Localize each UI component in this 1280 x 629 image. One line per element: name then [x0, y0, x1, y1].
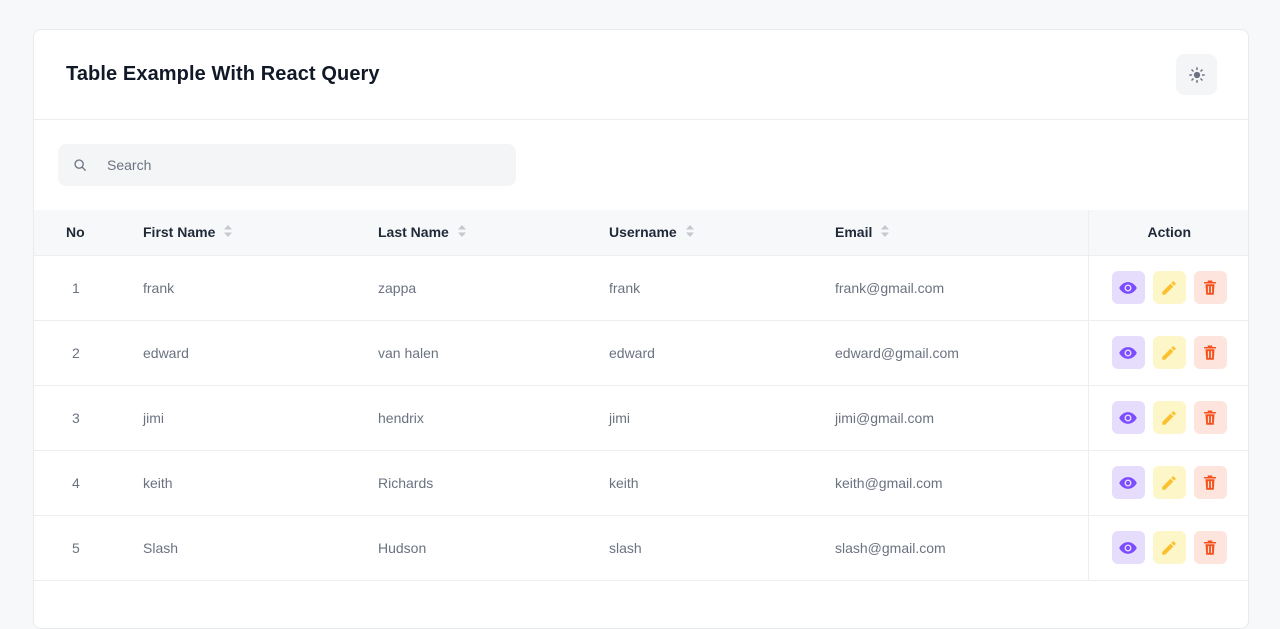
cell-email: frank@gmail.com	[835, 255, 1088, 321]
cell-no: 2	[34, 320, 143, 386]
sort-icon	[457, 225, 466, 238]
cell-first-name: keith	[143, 450, 378, 516]
cell-username: keith	[609, 450, 835, 516]
card-header: Table Example With React Query	[34, 30, 1248, 120]
trash-icon	[1204, 280, 1217, 295]
eye-icon	[1119, 476, 1137, 489]
cell-actions	[1087, 450, 1248, 516]
search-icon	[74, 159, 86, 171]
pencil-icon	[1162, 475, 1176, 490]
trash-icon	[1204, 475, 1217, 490]
cell-no: 3	[34, 385, 143, 451]
edit-button[interactable]	[1152, 401, 1186, 434]
table-row: 1 frank zappa frank frank@gmail.com	[34, 255, 1248, 321]
cell-email: jimi@gmail.com	[835, 385, 1088, 451]
view-button[interactable]	[1111, 401, 1145, 434]
view-button[interactable]	[1111, 466, 1145, 499]
pencil-icon	[1162, 280, 1176, 295]
delete-button[interactable]	[1193, 531, 1227, 564]
eye-icon	[1119, 346, 1137, 359]
eye-icon	[1119, 281, 1137, 294]
eye-icon	[1119, 541, 1137, 554]
table-row: 5 Slash Hudson slash slash@gmail.com	[34, 515, 1248, 581]
search-area	[34, 120, 1248, 210]
table-body: 1 frank zappa frank frank@gmail.com 2 ed…	[34, 255, 1248, 581]
sort-icon	[685, 225, 694, 238]
sort-icon	[881, 225, 890, 238]
table-row: 3 jimi hendrix jimi jimi@gmail.com	[34, 385, 1248, 451]
page-title: Table Example With React Query	[66, 63, 380, 85]
delete-button[interactable]	[1193, 401, 1227, 434]
cell-first-name: frank	[143, 255, 378, 321]
pencil-icon	[1162, 345, 1176, 360]
delete-button[interactable]	[1193, 271, 1227, 304]
column-header-label: Email	[835, 224, 873, 241]
table-card: Table Example With React Query Search No…	[33, 29, 1249, 629]
search-box[interactable]	[58, 144, 516, 186]
edit-button[interactable]	[1152, 271, 1186, 304]
trash-icon	[1204, 345, 1217, 360]
view-button[interactable]	[1111, 531, 1145, 564]
column-header-label: First Name	[143, 224, 216, 241]
column-header-label: Last Name	[378, 224, 449, 241]
cell-first-name: edward	[143, 320, 378, 386]
cell-actions	[1087, 255, 1248, 321]
table-header-row: No First Name Last Name Username Email A…	[34, 210, 1248, 256]
table-row: 2 edward van halen edward edward@gmail.c…	[34, 320, 1248, 386]
cell-email: slash@gmail.com	[835, 515, 1088, 581]
eye-icon	[1119, 411, 1137, 424]
edit-button[interactable]	[1152, 531, 1186, 564]
cell-email: edward@gmail.com	[835, 320, 1088, 386]
cell-last-name: hendrix	[378, 385, 609, 451]
pencil-icon	[1162, 410, 1176, 425]
view-button[interactable]	[1111, 336, 1145, 369]
search-input[interactable]	[107, 157, 507, 173]
cell-username: slash	[609, 515, 835, 581]
cell-no: 4	[34, 450, 143, 516]
delete-button[interactable]	[1193, 336, 1227, 369]
sun-icon	[1188, 66, 1205, 83]
trash-icon	[1204, 540, 1217, 555]
pencil-icon	[1162, 540, 1176, 555]
column-header-last-name[interactable]: Last Name	[378, 210, 609, 256]
edit-button[interactable]	[1152, 466, 1186, 499]
cell-last-name: van halen	[378, 320, 609, 386]
sort-icon	[224, 225, 233, 238]
cell-last-name: zappa	[378, 255, 609, 321]
theme-toggle-button[interactable]	[1176, 54, 1217, 95]
users-table: No First Name Last Name Username Email A…	[34, 210, 1248, 581]
delete-button[interactable]	[1193, 466, 1227, 499]
view-button[interactable]	[1111, 271, 1145, 304]
cell-actions	[1087, 515, 1248, 581]
column-header-no: No	[34, 210, 143, 256]
column-header-first-name[interactable]: First Name	[143, 210, 378, 256]
column-header-action: Action	[1087, 210, 1248, 256]
cell-username: edward	[609, 320, 835, 386]
cell-no: 5	[34, 515, 143, 581]
cell-last-name: Richards	[378, 450, 609, 516]
column-header-email[interactable]: Email	[835, 210, 1088, 256]
cell-username: frank	[609, 255, 835, 321]
cell-first-name: Slash	[143, 515, 378, 581]
cell-actions	[1087, 385, 1248, 451]
cell-first-name: jimi	[143, 385, 378, 451]
cell-email: keith@gmail.com	[835, 450, 1088, 516]
trash-icon	[1204, 410, 1217, 425]
cell-username: jimi	[609, 385, 835, 451]
column-header-username[interactable]: Username	[609, 210, 835, 256]
column-header-label: Username	[609, 224, 677, 241]
cell-last-name: Hudson	[378, 515, 609, 581]
edit-button[interactable]	[1152, 336, 1186, 369]
cell-no: 1	[34, 255, 143, 321]
cell-actions	[1087, 320, 1248, 386]
table-row: 4 keith Richards keith keith@gmail.com	[34, 450, 1248, 516]
